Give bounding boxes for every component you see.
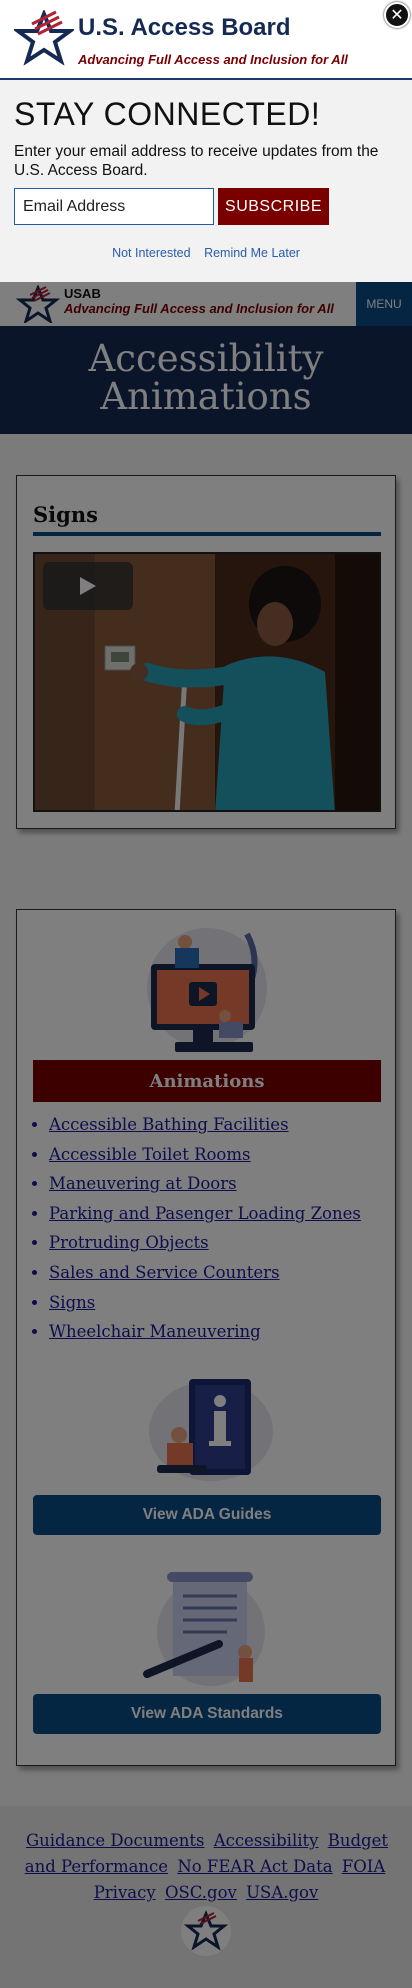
subscribe-button[interactable]: SUBSCRIBE xyxy=(218,188,329,225)
modal-backdrop[interactable] xyxy=(0,0,412,1988)
modal-tagline: Advancing Full Access and Inclusion for … xyxy=(78,52,348,67)
email-field[interactable] xyxy=(14,188,214,225)
modal-header: U.S. Access Board Advancing Full Access … xyxy=(0,0,412,80)
modal-dismiss-links: Not Interested Remind Me Later xyxy=(0,246,412,260)
not-interested-link[interactable]: Not Interested xyxy=(112,246,191,260)
close-icon[interactable]: ✕ xyxy=(384,2,410,28)
remind-later-link[interactable]: Remind Me Later xyxy=(204,246,300,260)
subscribe-modal: U.S. Access Board Advancing Full Access … xyxy=(0,0,412,282)
modal-brand: U.S. Access Board xyxy=(78,14,291,41)
access-board-star-logo-icon xyxy=(14,10,74,66)
modal-heading: STAY CONNECTED! xyxy=(14,96,321,132)
modal-description: Enter your email address to receive upda… xyxy=(14,143,379,179)
